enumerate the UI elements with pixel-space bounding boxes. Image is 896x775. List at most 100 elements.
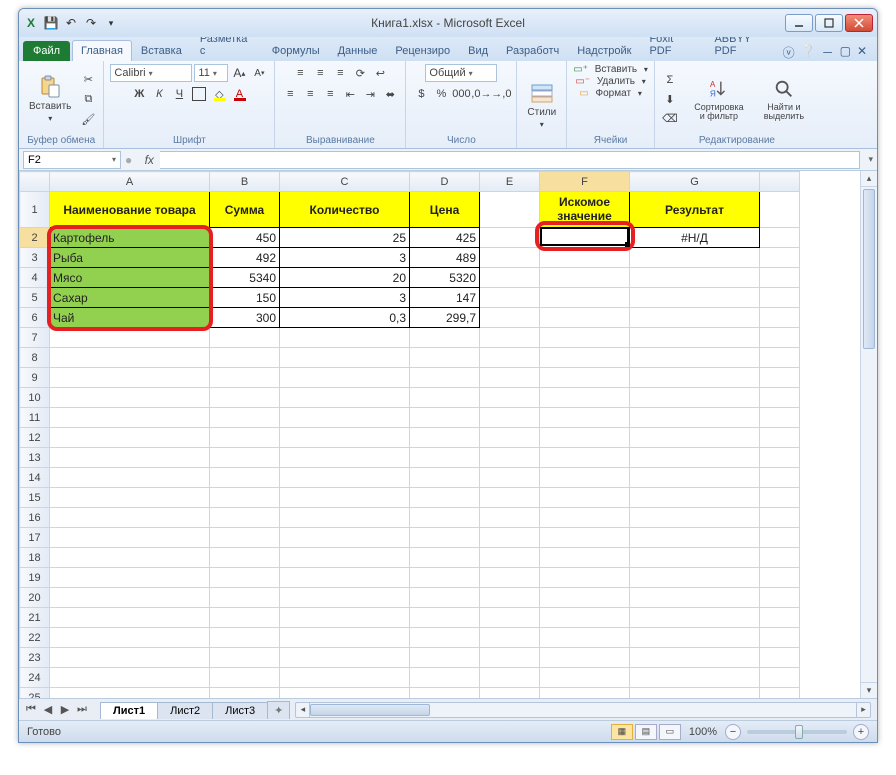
cell[interactable] <box>540 328 630 348</box>
cell[interactable] <box>540 668 630 688</box>
cell[interactable] <box>280 468 410 488</box>
qat-undo-icon[interactable]: ↶ <box>63 15 79 31</box>
cell[interactable] <box>630 328 760 348</box>
cell[interactable] <box>480 408 540 428</box>
cell-H2[interactable] <box>760 228 800 248</box>
qat-redo-icon[interactable]: ↷ <box>83 15 99 31</box>
cell[interactable] <box>760 628 800 648</box>
cell[interactable] <box>210 448 280 468</box>
cell[interactable] <box>410 468 480 488</box>
cell-B1[interactable]: Сумма <box>210 192 280 228</box>
cell[interactable] <box>410 628 480 648</box>
row-header-1[interactable]: 1 <box>20 192 50 228</box>
cell[interactable] <box>410 488 480 508</box>
sheet-tab-2[interactable]: Лист2 <box>157 702 213 719</box>
cell-D6[interactable]: 299,7 <box>410 308 480 328</box>
cell-C1[interactable]: Количество <box>280 192 410 228</box>
clear-icon[interactable]: ⌫ <box>661 109 679 127</box>
cell[interactable] <box>410 548 480 568</box>
fill-icon[interactable]: ⬇ <box>661 90 679 108</box>
row-header-2[interactable]: 2 <box>20 228 50 248</box>
copy-icon[interactable]: ⧉ <box>79 90 97 108</box>
cell-G2[interactable]: #Н/Д <box>630 228 760 248</box>
cell[interactable] <box>540 688 630 699</box>
cell[interactable] <box>280 508 410 528</box>
cell[interactable] <box>630 508 760 528</box>
name-box[interactable]: F2▾ <box>23 151 121 169</box>
cell[interactable] <box>50 368 210 388</box>
cell-F4[interactable] <box>540 268 630 288</box>
close-button[interactable] <box>845 14 873 32</box>
cell[interactable] <box>540 368 630 388</box>
font-color-icon[interactable]: A <box>230 85 248 103</box>
cell[interactable] <box>760 508 800 528</box>
cell[interactable] <box>280 688 410 699</box>
cell[interactable] <box>280 548 410 568</box>
cell[interactable] <box>50 668 210 688</box>
cell[interactable] <box>760 548 800 568</box>
row-header-10[interactable]: 10 <box>20 388 50 408</box>
cell[interactable] <box>480 588 540 608</box>
cell-E1[interactable] <box>480 192 540 228</box>
cell-B6[interactable]: 300 <box>210 308 280 328</box>
cell[interactable] <box>480 388 540 408</box>
cell[interactable] <box>480 628 540 648</box>
cell[interactable] <box>410 528 480 548</box>
align-top-icon[interactable]: ≡ <box>291 64 309 82</box>
cell[interactable] <box>480 328 540 348</box>
cell[interactable] <box>760 328 800 348</box>
cell[interactable] <box>210 408 280 428</box>
cell-C2[interactable]: 25 <box>280 228 410 248</box>
cell[interactable] <box>50 688 210 699</box>
align-left-icon[interactable]: ≡ <box>281 85 299 103</box>
cell-H4[interactable] <box>760 268 800 288</box>
spreadsheet-grid[interactable]: A B C D E F G 1 Наименование товара Сумм… <box>19 171 800 698</box>
cell[interactable] <box>630 688 760 699</box>
cell[interactable] <box>210 628 280 648</box>
fill-color-icon[interactable]: ◇ <box>210 85 228 103</box>
tab-developer[interactable]: Разработч <box>497 40 568 61</box>
cell[interactable] <box>280 628 410 648</box>
row-header-14[interactable]: 14 <box>20 468 50 488</box>
cell[interactable] <box>210 468 280 488</box>
cell[interactable] <box>480 428 540 448</box>
zoom-slider[interactable] <box>747 730 847 734</box>
cell[interactable] <box>410 408 480 428</box>
col-header-C[interactable]: C <box>280 172 410 192</box>
row-header-5[interactable]: 5 <box>20 288 50 308</box>
cell-B5[interactable]: 150 <box>210 288 280 308</box>
tab-data[interactable]: Данные <box>329 40 387 61</box>
comma-icon[interactable]: 000 <box>452 85 470 103</box>
cell[interactable] <box>50 448 210 468</box>
cell-F6[interactable] <box>540 308 630 328</box>
qat-save-icon[interactable]: 💾 <box>43 15 59 31</box>
decrease-decimal-icon[interactable]: →,0 <box>492 85 510 103</box>
cell-H5[interactable] <box>760 288 800 308</box>
wrap-text-icon[interactable]: ↩ <box>371 64 389 82</box>
row-header-11[interactable]: 11 <box>20 408 50 428</box>
col-header-A[interactable]: A <box>50 172 210 192</box>
ribbon-minimize-icon[interactable]: ⓥ <box>783 44 795 61</box>
view-page-layout-icon[interactable]: ▤ <box>635 724 657 740</box>
new-sheet-button[interactable]: ✦ <box>267 701 290 719</box>
cell-C3[interactable]: 3 <box>280 248 410 268</box>
cell[interactable] <box>410 608 480 628</box>
cell-D5[interactable]: 147 <box>410 288 480 308</box>
cell-G1[interactable]: Результат <box>630 192 760 228</box>
cell-D3[interactable]: 489 <box>410 248 480 268</box>
shrink-font-icon[interactable]: A▾ <box>250 64 268 82</box>
cell[interactable] <box>50 568 210 588</box>
row-header-6[interactable]: 6 <box>20 308 50 328</box>
cell-C5[interactable]: 3 <box>280 288 410 308</box>
cell[interactable] <box>540 448 630 468</box>
align-center-icon[interactable]: ≡ <box>301 85 319 103</box>
cell[interactable] <box>480 368 540 388</box>
cell[interactable] <box>50 548 210 568</box>
cell[interactable] <box>410 688 480 699</box>
cell[interactable] <box>480 548 540 568</box>
cell[interactable] <box>50 348 210 368</box>
cell[interactable] <box>410 508 480 528</box>
row-header-23[interactable]: 23 <box>20 648 50 668</box>
cell[interactable] <box>280 368 410 388</box>
cell[interactable] <box>210 368 280 388</box>
